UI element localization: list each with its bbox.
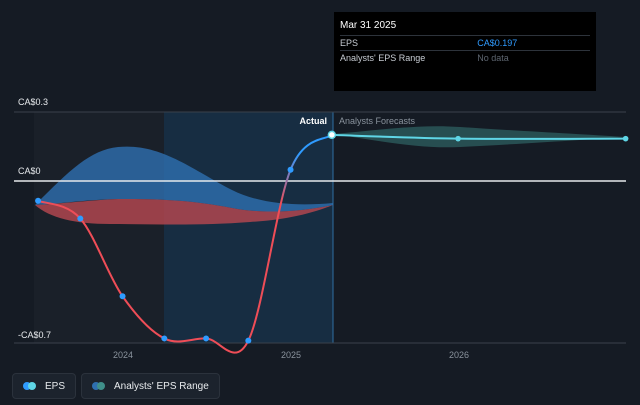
y-tick-label-bottom: -CA$0.7 (18, 330, 51, 340)
eps-point[interactable] (35, 197, 42, 204)
legend-item-eps[interactable]: EPS (12, 373, 77, 399)
actual-label: Actual (299, 116, 327, 126)
x-tick-label-2024: 2024 (113, 350, 133, 360)
eps-forecast-point[interactable] (455, 135, 461, 142)
past-period-shade (34, 112, 164, 343)
eps-forecast-point[interactable] (327, 130, 337, 140)
legend-item-analyst-range[interactable]: Analysts' EPS Range (81, 373, 220, 399)
tooltip-date: Mar 31 2025 (340, 20, 397, 31)
tooltip-range-value: No data (477, 53, 509, 63)
past-year-highlight (164, 112, 333, 343)
tooltip-row-range: Analysts' EPS Range No data (340, 50, 590, 65)
eps-point[interactable] (203, 335, 210, 342)
eps-forecast-point[interactable] (622, 135, 629, 142)
chart-legend: EPS Analysts' EPS Range (12, 373, 225, 399)
tooltip-eps-label: EPS (340, 38, 359, 48)
range-dots-icon (92, 382, 106, 390)
legend-label-analyst-range: Analysts' EPS Range (114, 380, 209, 392)
eps-point[interactable] (245, 337, 252, 344)
y-tick-label-zero: CA$0 (18, 166, 41, 176)
eps-point[interactable] (161, 335, 168, 342)
eps-point[interactable] (77, 215, 84, 222)
x-tick-label-2026: 2026 (449, 350, 469, 360)
x-tick-label-2025: 2025 (281, 350, 301, 360)
forecast-label: Analysts Forecasts (339, 116, 416, 126)
series-dots-icon (23, 382, 37, 390)
legend-label-eps: EPS (45, 380, 66, 392)
eps-point[interactable] (287, 166, 294, 173)
tooltip-row-eps: EPS CA$0.197 (340, 35, 590, 50)
y-tick-label-top: CA$0.3 (18, 97, 48, 107)
tooltip-range-label: Analysts' EPS Range (340, 53, 426, 63)
eps-point[interactable] (119, 293, 126, 300)
data-tooltip: Mar 31 2025 EPS CA$0.197 Analysts' EPS R… (334, 12, 596, 91)
tooltip-eps-value: CA$0.197 (477, 38, 518, 48)
